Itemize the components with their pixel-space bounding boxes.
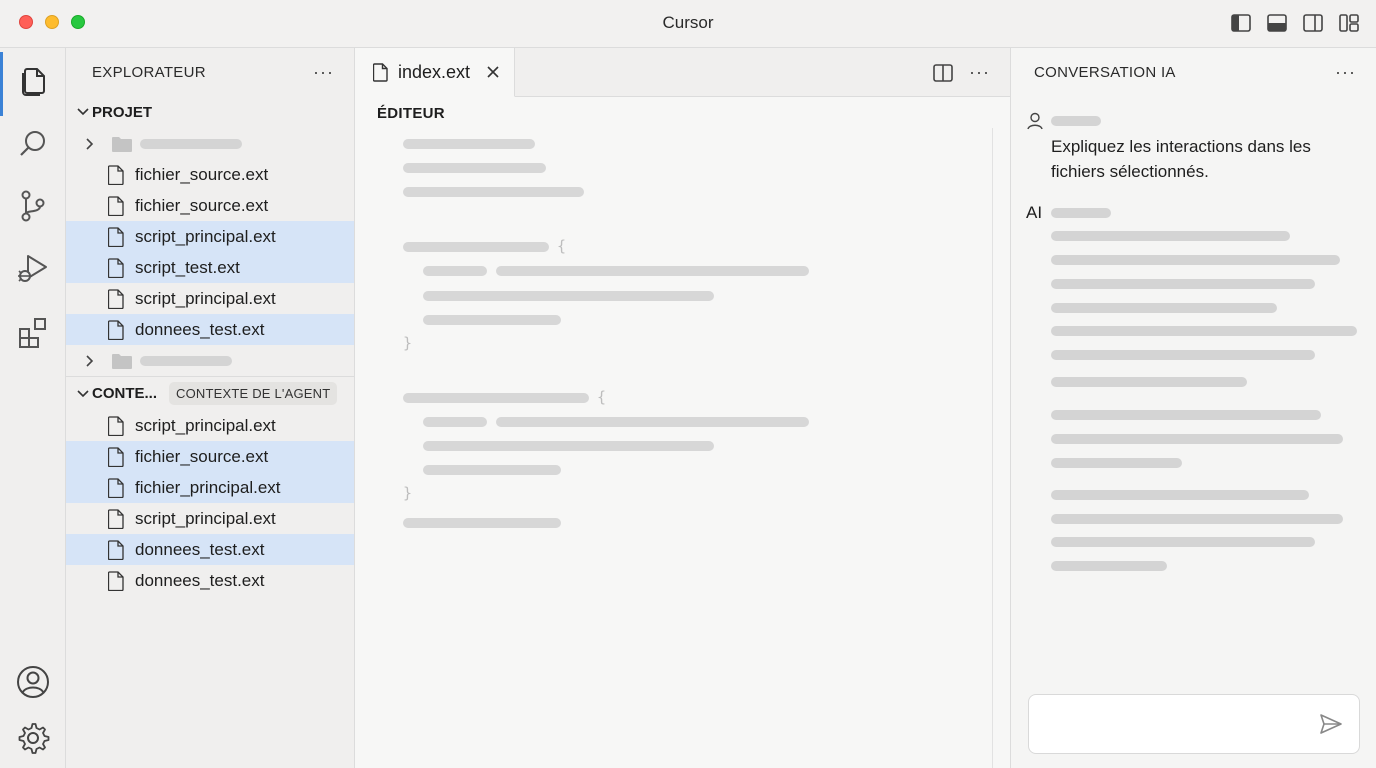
chevron-right-icon [86,354,100,367]
file-icon [108,164,124,185]
customize-layout-icon[interactable] [1338,12,1360,34]
toggle-panel-icon[interactable] [1266,12,1288,34]
file-name: script_principal.ext [135,508,276,528]
toggle-secondary-sidebar-icon[interactable] [1302,12,1324,34]
source-control-icon[interactable] [0,178,66,234]
file-row[interactable]: donnees_test.ext [66,534,354,565]
folder-icon [112,136,132,152]
file-row[interactable]: donnees_test.ext [66,314,354,345]
run-and-debug-icon[interactable] [0,240,66,296]
extensions-icon[interactable] [0,304,66,360]
folder-row[interactable] [66,128,354,159]
file-icon [373,62,388,82]
explorer-sidebar: EXPLORATEUR ··· PROJET fichier_source.ex… [66,48,355,768]
split-editor-icon[interactable] [933,63,953,82]
search-icon[interactable] [0,116,66,172]
editor-more-actions-icon[interactable]: ··· [969,62,990,83]
file-name: script_test.ext [135,257,240,277]
chevron-down-icon [74,108,92,116]
ai-label: AI [1026,203,1043,222]
chat-input[interactable] [1028,694,1360,754]
project-section-label: PROJET [92,103,153,121]
file-icon [108,508,124,529]
project-section-header[interactable]: PROJET [66,96,354,128]
file-row[interactable]: fichier_source.ext [66,159,354,190]
file-row[interactable]: script_principal.ext [66,410,354,441]
file-name: script_principal.ext [135,226,276,246]
file-row[interactable]: script_principal.ext [66,503,354,534]
folder-row[interactable] [66,345,354,376]
file-row[interactable]: donnees_test.ext [66,565,354,596]
chat-more-actions-icon[interactable]: ··· [1335,62,1356,83]
file-name: script_principal.ext [135,415,276,435]
file-icon [108,226,124,247]
context-section-header[interactable]: CONTE... CONTEXTE DE L'AGENT [66,377,354,410]
file-row[interactable]: script_principal.ext [66,221,354,252]
file-icon [108,477,124,498]
explorer-title: EXPLORATEUR [92,63,206,81]
file-row[interactable]: fichier_source.ext [66,190,354,221]
folder-name-placeholder [140,355,232,366]
editor-label: ÉDITEUR [377,105,445,122]
toggle-primary-sidebar-icon[interactable] [1230,12,1252,34]
title-bar: Cursor [0,0,1376,48]
tab-index[interactable]: index.ext [355,48,515,97]
explorer-icon[interactable] [0,52,66,116]
file-icon [108,570,124,591]
user-message: Expliquez les interactions dans les fich… [1051,137,1311,181]
user-name-placeholder [1051,116,1101,126]
chat-panel-title: CONVERSATION IA [1034,63,1176,81]
editor-tab-bar: index.ext ··· [355,48,1010,97]
editor-scroll-divider [992,128,993,768]
account-icon[interactable] [0,654,66,710]
file-name: donnees_test.ext [135,539,265,559]
editor-area: index.ext ··· ÉDITEUR { } { } [355,48,1010,768]
settings-gear-icon[interactable] [0,710,66,766]
more-actions-icon[interactable]: ··· [313,62,334,83]
file-icon [108,539,124,560]
file-icon [108,446,124,467]
activity-bar [0,48,66,768]
file-icon [108,415,124,436]
user-icon [1027,112,1043,130]
file-row[interactable]: script_test.ext [66,252,354,283]
chevron-right-icon [86,137,100,150]
file-name: donnees_test.ext [135,319,265,339]
send-icon[interactable] [1319,712,1343,736]
chevron-down-icon [74,389,92,398]
file-row[interactable]: script_principal.ext [66,283,354,314]
file-name: donnees_test.ext [135,570,265,590]
file-name: fichier_source.ext [135,195,269,215]
file-icon [108,195,124,216]
ai-chat-panel: CONVERSATION IA ··· Expliquez les intera… [1010,48,1376,768]
window-title: Cursor [662,13,714,32]
file-name: script_principal.ext [135,288,276,308]
close-tab-icon[interactable] [486,65,500,79]
file-icon [108,288,124,309]
agent-context-badge: CONTEXTE DE L'AGENT [169,382,338,405]
context-section-label: CONTE... [92,385,158,402]
tab-label: index.ext [398,61,471,82]
file-name: fichier_source.ext [135,164,269,184]
file-row[interactable]: fichier_principal.ext [66,472,354,503]
folder-name-placeholder [140,138,242,149]
file-icon [108,257,124,278]
folder-icon [112,353,132,369]
file-row[interactable]: fichier_source.ext [66,441,354,472]
file-name: fichier_principal.ext [135,477,281,497]
file-icon [108,319,124,340]
file-name: fichier_source.ext [135,446,269,466]
